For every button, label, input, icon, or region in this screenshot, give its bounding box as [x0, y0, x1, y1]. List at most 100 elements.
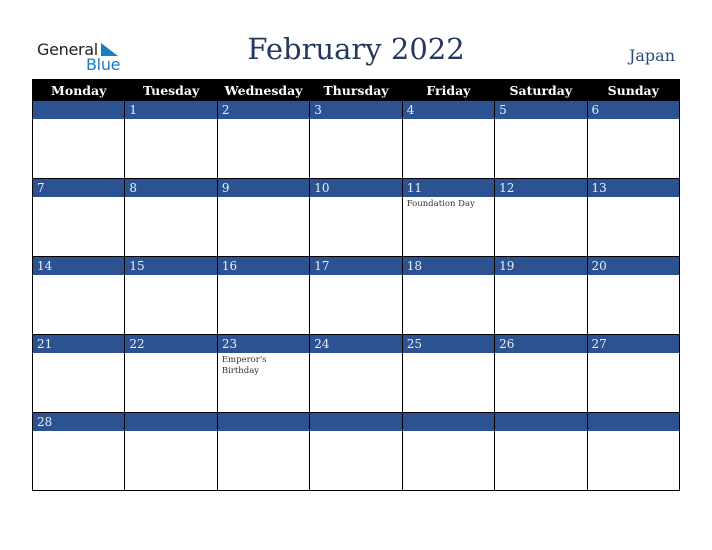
day-cell[interactable] — [124, 412, 218, 491]
weekday-header-row: Monday Tuesday Wednesday Thursday Friday… — [31, 79, 681, 101]
holiday-label — [310, 197, 401, 256]
day-cell[interactable]: 20 — [586, 256, 681, 335]
holiday-label — [33, 197, 124, 256]
day-number: 28 — [33, 413, 125, 431]
day-number: 9 — [217, 179, 310, 197]
day-number: 3 — [310, 101, 402, 119]
week-row: 21 22 23 Emperor's Birthday 24 25 26 27 — [31, 334, 681, 413]
day-cell[interactable]: 26 — [494, 334, 588, 413]
day-cell[interactable]: 16 — [216, 256, 311, 335]
calendar-grid: Monday Tuesday Wednesday Thursday Friday… — [31, 79, 681, 491]
day-cell[interactable]: 17 — [309, 256, 403, 335]
day-cell[interactable]: 24 — [309, 334, 403, 413]
day-cell[interactable]: 11 Foundation Day — [401, 178, 496, 257]
day-number: 22 — [125, 335, 217, 353]
day-number: 7 — [33, 179, 125, 197]
day-number: 5 — [495, 101, 587, 119]
weekday-header: Friday — [401, 79, 496, 101]
day-number — [310, 413, 402, 431]
day-number: 8 — [125, 179, 217, 197]
day-cell[interactable]: 8 — [124, 178, 218, 257]
day-number: 2 — [217, 101, 310, 119]
holiday-label — [310, 119, 401, 178]
holiday-label — [403, 353, 494, 412]
day-cell[interactable]: 21 — [31, 334, 126, 413]
day-cell[interactable]: 14 — [31, 256, 126, 335]
day-number — [402, 413, 495, 431]
holiday-label — [218, 275, 309, 334]
day-cell[interactable]: 28 — [31, 412, 126, 491]
day-cell[interactable]: 13 — [586, 178, 681, 257]
weekday-header: Monday — [31, 79, 126, 101]
day-number: 17 — [310, 257, 402, 275]
holiday-label — [403, 431, 494, 490]
day-number: 11 — [402, 179, 495, 197]
weekday-header: Thursday — [309, 79, 403, 101]
holiday-label — [588, 353, 679, 412]
day-cell[interactable] — [586, 412, 681, 491]
day-number: 1 — [125, 101, 217, 119]
holiday-label — [33, 431, 124, 490]
day-cell[interactable]: 10 — [309, 178, 403, 257]
day-cell[interactable] — [401, 412, 496, 491]
day-number: 14 — [33, 257, 125, 275]
day-cell[interactable]: 12 — [494, 178, 588, 257]
day-number: 15 — [125, 257, 217, 275]
day-number: 18 — [402, 257, 495, 275]
day-cell[interactable]: 6 — [586, 101, 681, 179]
day-cell[interactable]: 4 — [401, 101, 496, 179]
day-cell[interactable]: 15 — [124, 256, 218, 335]
day-number: 27 — [587, 335, 679, 353]
weekday-header: Sunday — [586, 79, 681, 101]
page-title: February 2022 — [247, 32, 465, 66]
day-number — [217, 413, 310, 431]
holiday-label — [310, 353, 401, 412]
day-cell[interactable] — [309, 412, 403, 491]
holiday-label — [403, 275, 494, 334]
day-cell[interactable]: 25 — [401, 334, 496, 413]
day-cell[interactable]: 22 — [124, 334, 218, 413]
holiday-label — [218, 197, 309, 256]
holiday-label — [218, 431, 309, 490]
day-cell[interactable]: 3 — [309, 101, 403, 179]
holiday-label — [495, 275, 586, 334]
week-row: 123456 — [31, 101, 681, 179]
day-cell[interactable]: 1 — [124, 101, 218, 179]
week-row: 7 8 9 10 11 Foundation Day 12 13 — [31, 178, 681, 257]
day-cell[interactable] — [31, 101, 126, 179]
day-cell[interactable] — [216, 412, 311, 491]
day-number: 19 — [495, 257, 587, 275]
weekday-header: Saturday — [494, 79, 588, 101]
weekday-header: Tuesday — [124, 79, 218, 101]
day-number: 20 — [587, 257, 679, 275]
day-cell[interactable]: 23 Emperor's Birthday — [216, 334, 311, 413]
holiday-label — [588, 197, 679, 256]
day-number: 16 — [217, 257, 310, 275]
country-label: Japan — [628, 46, 675, 65]
day-number — [125, 413, 217, 431]
day-number: 12 — [495, 179, 587, 197]
holiday-label — [33, 275, 124, 334]
day-number: 24 — [310, 335, 402, 353]
holiday-label — [495, 431, 586, 490]
holiday-label — [588, 431, 679, 490]
day-number: 25 — [402, 335, 495, 353]
holiday-label — [310, 275, 401, 334]
holiday-label: Foundation Day — [406, 199, 475, 209]
holiday-label — [33, 119, 124, 178]
day-number — [495, 413, 587, 431]
day-number: 13 — [587, 179, 679, 197]
holiday-label — [588, 119, 679, 178]
day-cell[interactable]: 9 — [216, 178, 311, 257]
day-number: 26 — [495, 335, 587, 353]
day-cell[interactable] — [494, 412, 588, 491]
holiday-label — [588, 275, 679, 334]
week-row: 14 15 16 17 18 19 20 — [31, 256, 681, 335]
day-cell[interactable]: 19 — [494, 256, 588, 335]
day-cell[interactable]: 2 — [216, 101, 311, 179]
day-cell[interactable]: 27 — [586, 334, 681, 413]
day-cell[interactable]: 18 — [401, 256, 496, 335]
day-cell[interactable]: 5 — [494, 101, 588, 179]
holiday-label — [33, 353, 124, 412]
day-cell[interactable]: 7 — [31, 178, 126, 257]
